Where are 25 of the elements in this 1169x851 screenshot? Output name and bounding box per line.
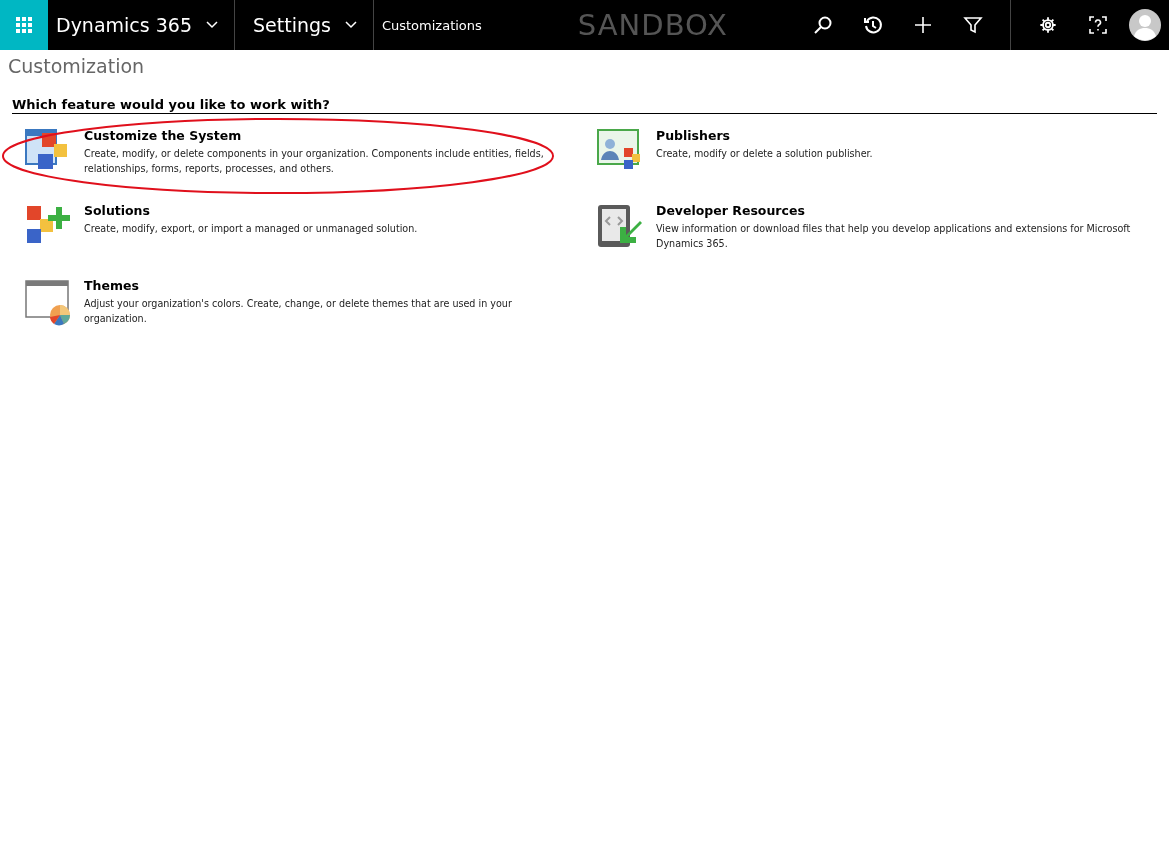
breadcrumb-link[interactable]: Customizations <box>373 0 490 50</box>
feature-description: Create, modify, export, or import a managed or unmanaged solution. <box>84 222 418 236</box>
feature-title-link[interactable]: Themes <box>84 278 139 293</box>
chevron-down-icon <box>344 21 357 29</box>
environment-label: SANDBOX <box>577 7 728 44</box>
feature-title-link[interactable]: Publishers <box>656 128 730 143</box>
feature-description: View information or download files that help you develop applications and extensions for Microsoft Dynamics 365. <box>656 222 1132 251</box>
plus-icon <box>913 15 933 35</box>
feature-description: Create, modify, or delete components in your organization. Components include entities, fields, relationships, forms, reports, processes, and others. <box>84 147 545 176</box>
feature-description: Create, modify or delete a solution publisher. <box>656 147 873 161</box>
grid-icon <box>16 17 32 33</box>
window-pie-icon <box>24 278 72 326</box>
feature-title-link[interactable]: Developer Resources <box>656 203 805 218</box>
search-icon <box>813 15 833 35</box>
feature-title-link[interactable]: Customize the System <box>84 128 242 143</box>
filter-icon <box>963 15 983 35</box>
help-icon <box>1088 15 1108 35</box>
page-title: Customization <box>7 54 146 77</box>
avatar-icon <box>1129 9 1161 41</box>
feature-description: Adjust your organization's colors. Create, change, or delete themes that are used in your organization. <box>84 297 513 326</box>
chevron-down-icon <box>206 21 218 29</box>
section-heading: Which feature would you like to work with? <box>12 97 1157 114</box>
history-icon <box>863 15 883 35</box>
feature-title-link[interactable]: Solutions <box>84 203 150 218</box>
settings-icon <box>1039 16 1057 34</box>
